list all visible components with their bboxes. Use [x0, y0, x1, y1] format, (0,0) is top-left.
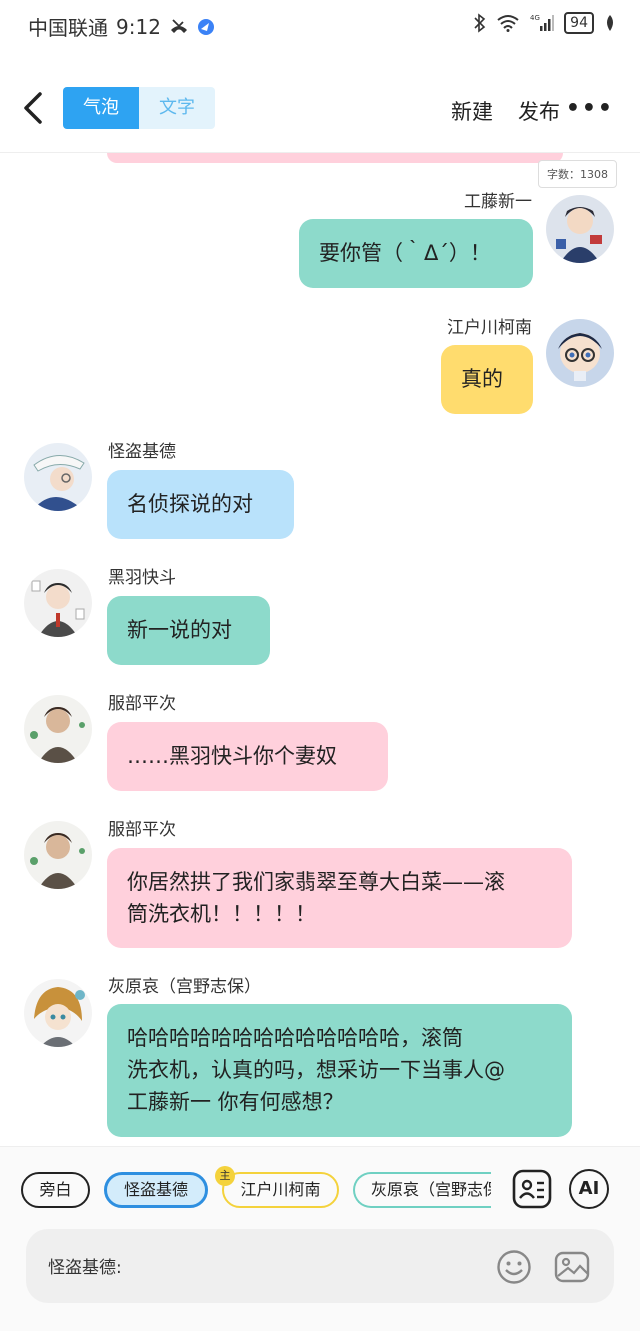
sender-name: 怪盗基德 — [108, 442, 176, 462]
publish-button[interactable]: 发布 — [518, 96, 560, 126]
avatar-heiji[interactable] — [24, 695, 92, 763]
sender-name: 服部平次 — [108, 820, 176, 840]
svg-text:4G: 4G — [530, 14, 540, 22]
mode-switch: 气泡 文字 — [63, 87, 215, 129]
message-bubble[interactable]: 新一说的对 — [107, 596, 270, 665]
message-bubble-partial[interactable] — [107, 153, 563, 163]
bluetooth-icon — [474, 13, 486, 33]
tab-text[interactable]: 文字 — [139, 87, 215, 129]
avatar-conan[interactable] — [546, 319, 614, 387]
role-chip-narration[interactable]: 旁白 — [21, 1172, 90, 1208]
wifi-icon — [497, 15, 519, 32]
sender-name: 工藤新一 — [464, 192, 532, 212]
battery-indicator: 94 — [564, 12, 594, 34]
role-chip-kid[interactable]: 怪盗基德 — [104, 1172, 208, 1208]
message-line: 洗衣机，认真的吗，想采访一下当事人@ — [127, 1058, 505, 1082]
sender-name: 黑羽快斗 — [108, 568, 176, 588]
new-button[interactable]: 新建 — [451, 96, 493, 126]
top-bar: 气泡 文字 新建 发布 ••• — [0, 76, 640, 142]
avatar-haibara[interactable] — [24, 979, 92, 1047]
avatar-kaito[interactable] — [24, 569, 92, 637]
avatar-kid[interactable] — [24, 443, 92, 511]
back-arrow-icon[interactable] — [16, 88, 52, 128]
avatar-shinichi[interactable] — [546, 195, 614, 263]
message-bubble[interactable]: 名侦探说的对 — [107, 470, 294, 539]
message-bubble[interactable]: 哈哈哈哈哈哈哈哈哈哈哈哈哈，滚筒 洗衣机，认真的吗，想采访一下当事人@ 工藤新一… — [107, 1004, 572, 1137]
message-bubble[interactable]: 你居然拱了我们家翡翠至尊大白菜——滚 筒洗衣机！！！！！ — [107, 848, 572, 948]
message-bubble[interactable]: ……黑羽快斗你个妻奴 — [107, 722, 388, 791]
composer-panel: 旁白 怪盗基德 江户川柯南 主 灰原哀（宫野志保） AI 怪盗基德: — [0, 1146, 640, 1331]
sender-name: 江户川柯南 — [447, 318, 532, 338]
message-bubble[interactable]: 要你管（｀Δ´）！ — [299, 219, 533, 288]
clock: 9:12 — [116, 14, 161, 39]
message-line: 筒洗衣机！！！！！ — [127, 902, 316, 926]
emoji-icon[interactable] — [496, 1249, 532, 1285]
missed-call-icon — [170, 18, 187, 33]
browser-icon — [197, 18, 214, 35]
word-count-badge: 字数：1308 — [538, 160, 617, 188]
leaf-icon — [607, 15, 613, 31]
more-button[interactable]: ••• — [566, 96, 614, 121]
message-line: 哈哈哈哈哈哈哈哈哈哈哈哈哈，滚筒 — [127, 1026, 463, 1050]
message-input[interactable]: 怪盗基德: — [26, 1229, 614, 1303]
role-chip-haibara[interactable]: 灰原哀（宫野志保） — [353, 1172, 491, 1208]
status-bar: 中国联通 9:12 4G 94 — [0, 0, 640, 52]
image-icon[interactable] — [554, 1249, 590, 1285]
signal-icon: 4G — [530, 14, 555, 31]
contact-card-icon[interactable] — [512, 1169, 552, 1209]
message-line: 工藤新一 你有何感想？ — [127, 1090, 344, 1114]
sender-name: 服部平次 — [108, 694, 176, 714]
ai-button[interactable]: AI — [569, 1169, 609, 1209]
main-role-badge: 主 — [215, 1166, 235, 1186]
message-bubble[interactable]: 真的 — [441, 345, 533, 414]
carrier-label: 中国联通 — [28, 16, 108, 40]
role-chip-conan[interactable]: 江户川柯南 — [222, 1172, 339, 1208]
tab-bubble[interactable]: 气泡 — [63, 87, 139, 129]
message-line: 你居然拱了我们家翡翠至尊大白菜——滚 — [127, 870, 505, 894]
current-speaker-label: 怪盗基德: — [48, 1258, 122, 1278]
sender-name: 灰原哀（宫野志保） — [108, 977, 261, 997]
avatar-heiji[interactable] — [24, 821, 92, 889]
chat-area[interactable]: 字数：1308 工藤新一 要你管（｀Δ´）！ 江户川柯南 真的 怪盗基德 名侦探… — [0, 153, 640, 1146]
